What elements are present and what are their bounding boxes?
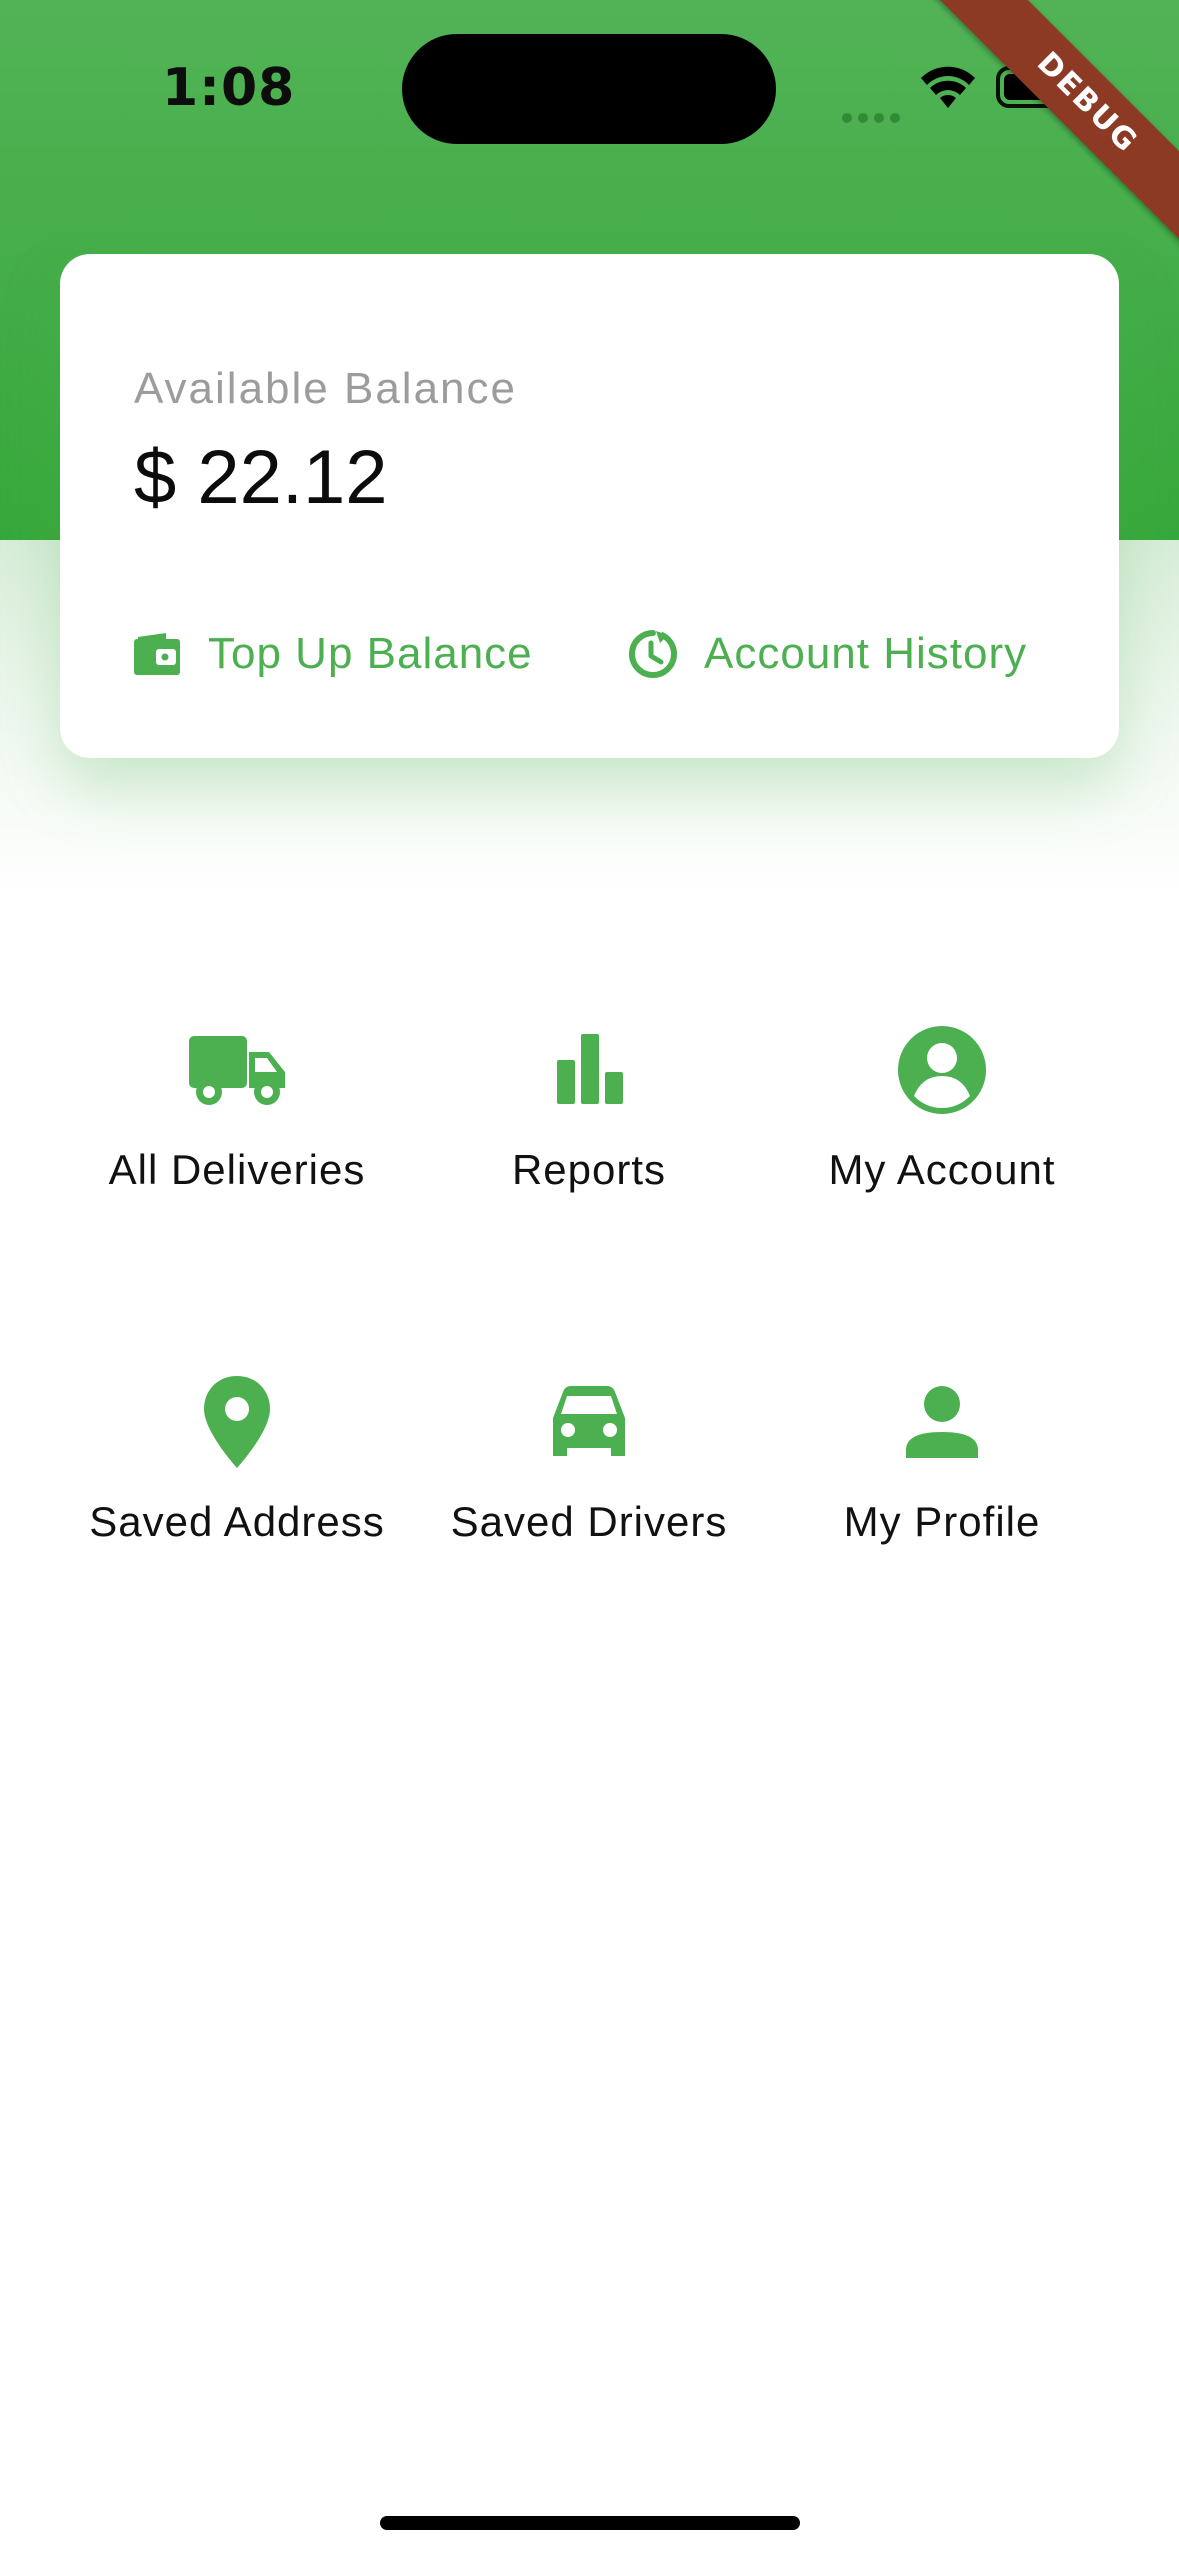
person-icon (906, 1386, 978, 1458)
history-icon (629, 630, 678, 678)
menu-item-all-deliveries[interactable]: All Deliveries (57, 1020, 417, 1240)
cellular-signal-icon (842, 93, 900, 143)
menu-item-reports[interactable]: Reports (409, 1020, 769, 1240)
balance-card: Available Balance $ 22.12 Top Up Balance… (60, 254, 1119, 758)
menu-item-label: All Deliveries (108, 1146, 366, 1193)
wifi-icon (921, 66, 975, 108)
menu-item-label: My Profile (843, 1498, 1041, 1545)
menu-item-label: My Account (828, 1146, 1056, 1193)
top-up-balance-label: Top Up Balance (208, 629, 533, 678)
truck-icon (189, 1036, 285, 1105)
home-indicator[interactable] (380, 2516, 800, 2530)
bar-chart-icon (557, 1034, 623, 1104)
top-up-balance-button[interactable]: Top Up Balance (132, 624, 533, 684)
balance-label: Available Balance (134, 364, 517, 413)
menu-item-label: Saved Address (89, 1498, 385, 1545)
location-pin-icon (204, 1376, 270, 1468)
menu-item-saved-drivers[interactable]: Saved Drivers (409, 1372, 769, 1592)
dynamic-island (402, 34, 776, 144)
car-icon (553, 1386, 625, 1456)
menu-item-my-profile[interactable]: My Profile (762, 1372, 1122, 1592)
account-history-button[interactable]: Account History (628, 624, 1027, 684)
menu-item-saved-address[interactable]: Saved Address (57, 1372, 417, 1592)
status-bar-time: 1:08 (162, 58, 296, 118)
menu-item-label: Reports (511, 1146, 667, 1193)
wallet-icon (134, 633, 180, 675)
menu-item-my-account[interactable]: My Account (762, 1020, 1122, 1240)
balance-amount: $ 22.12 (134, 435, 388, 520)
account-history-label: Account History (704, 629, 1028, 678)
account-circle-icon (898, 1026, 986, 1114)
menu-item-label: Saved Drivers (450, 1498, 728, 1545)
